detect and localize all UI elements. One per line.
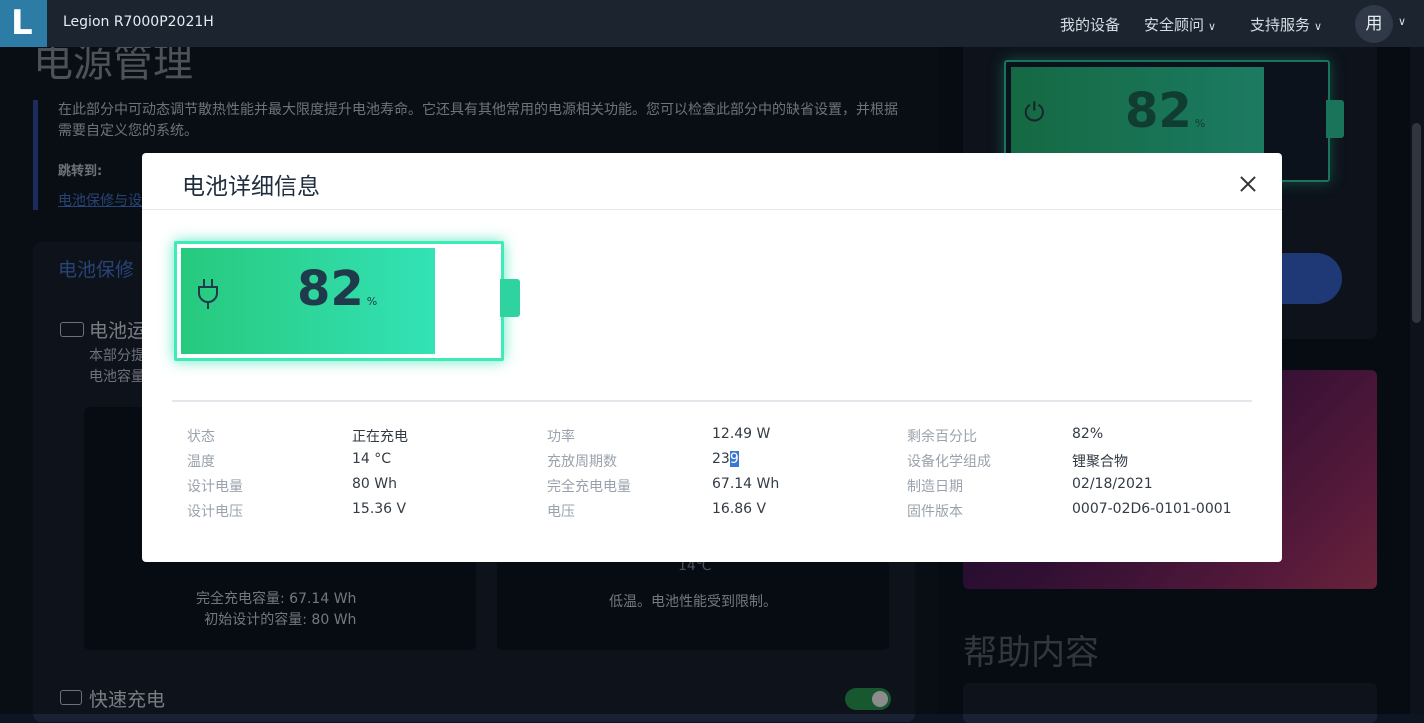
dialog-title: 电池详细信息 bbox=[182, 174, 320, 200]
plug-icon bbox=[198, 279, 218, 309]
value-remaining-percent: 82% bbox=[1072, 426, 1104, 442]
value-design-voltage: 15.36 V bbox=[352, 501, 407, 517]
value-full-charge-capacity: 67.14 Wh bbox=[712, 476, 780, 492]
chevron-down-icon[interactable]: ∨ bbox=[1398, 15, 1406, 28]
nav-my-devices[interactable]: 我的设备 bbox=[1060, 14, 1120, 35]
label-temperature: 温度 bbox=[187, 454, 215, 470]
label-chemistry: 设备化学组成 bbox=[907, 454, 991, 470]
value-voltage: 16.86 V bbox=[712, 501, 767, 517]
battery-percent: 82% bbox=[297, 261, 378, 317]
divider bbox=[172, 400, 1252, 402]
label-design-voltage: 设计电压 bbox=[187, 504, 243, 520]
value-cycle-count[interactable]: 239 bbox=[712, 451, 739, 467]
text-selection: 9 bbox=[729, 451, 739, 467]
chevron-down-icon: ∨ bbox=[1314, 20, 1323, 33]
value-status: 正在充电 bbox=[352, 429, 408, 445]
value-design-capacity: 80 Wh bbox=[352, 476, 397, 492]
label-power: 功率 bbox=[547, 429, 575, 445]
label-full-charge-capacity: 完全充电电量 bbox=[547, 479, 631, 495]
dialog-header: 电池详细信息 bbox=[142, 153, 1282, 210]
value-firmware-version: 0007-02D6-0101-0001 bbox=[1072, 501, 1232, 517]
nav-support-services[interactable]: 支持服务 ∨ bbox=[1250, 14, 1322, 35]
top-bar: L Legion R7000P2021H 我的设备 安全顾问 ∨ 支持服务 ∨ 用 … bbox=[0, 0, 1424, 47]
value-power: 12.49 W bbox=[712, 426, 771, 442]
label-remaining-percent: 剩余百分比 bbox=[907, 429, 977, 445]
nav-security-advisor[interactable]: 安全顾问 ∨ bbox=[1144, 14, 1216, 35]
logo-letter: L bbox=[11, 3, 33, 43]
label-status: 状态 bbox=[187, 429, 215, 445]
lenovo-legion-logo[interactable]: L bbox=[0, 0, 47, 47]
battery-tip bbox=[500, 279, 520, 317]
device-model-name: Legion R7000P2021H bbox=[63, 14, 214, 30]
label-firmware-version: 固件版本 bbox=[907, 504, 963, 520]
label-design-capacity: 设计电量 bbox=[187, 479, 243, 495]
chevron-down-icon: ∨ bbox=[1208, 20, 1217, 33]
value-manufacture-date: 02/18/2021 bbox=[1072, 476, 1153, 492]
label-voltage: 电压 bbox=[547, 504, 575, 520]
label-manufacture-date: 制造日期 bbox=[907, 479, 963, 495]
user-avatar[interactable]: 用 bbox=[1355, 5, 1393, 43]
value-temperature: 14 °C bbox=[352, 451, 392, 467]
label-cycle-count: 充放周期数 bbox=[547, 454, 617, 470]
battery-details-dialog: 电池详细信息 82% 状态 正在充电 温度 14 °C 设计电量 80 Wh 设… bbox=[142, 153, 1282, 562]
value-chemistry: 锂聚合物 bbox=[1072, 454, 1128, 470]
close-icon[interactable] bbox=[1234, 170, 1262, 198]
